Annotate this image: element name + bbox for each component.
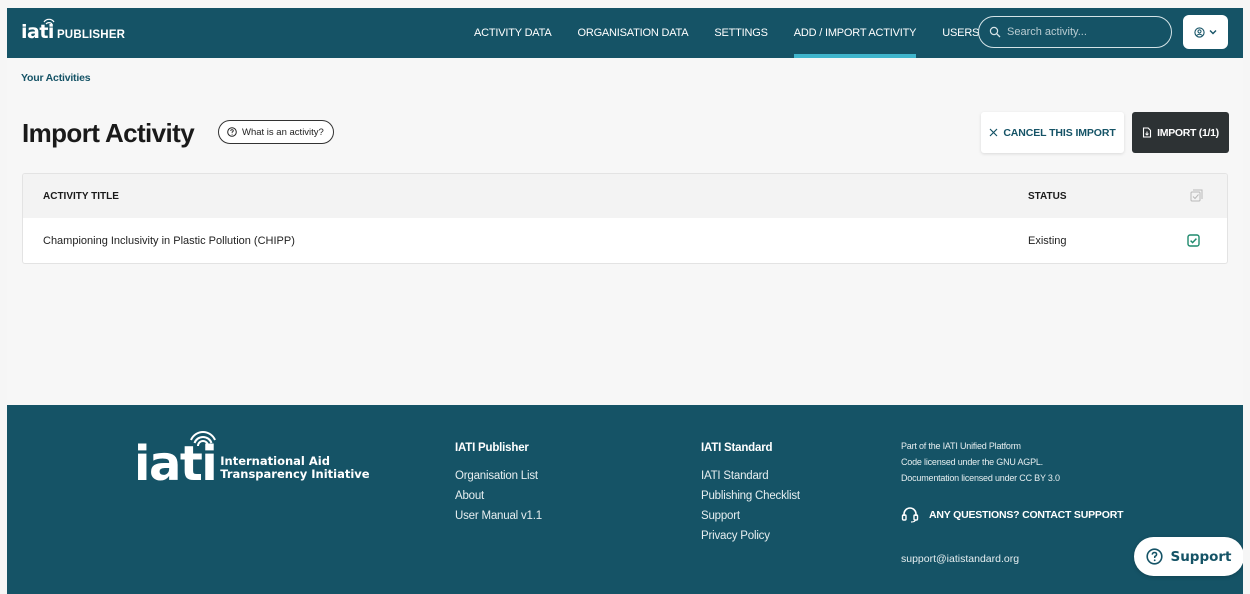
footer-link-publishing-checklist[interactable]: Publishing Checklist (701, 486, 800, 506)
headset-icon (901, 507, 919, 523)
top-navbar: iati PUBLISHER ACTIVITY DATA ORGANISATIO… (7, 8, 1243, 58)
footer-standard-heading: IATI Standard (701, 442, 773, 454)
main-nav: ACTIVITY DATA ORGANISATION DATA SETTINGS… (474, 8, 1005, 58)
help-circle-icon (227, 127, 237, 137)
logo-label: PUBLISHER (56, 29, 126, 41)
footer-logo-line2: Transparency Initiative (220, 467, 370, 481)
footer-info-platform: Part of the IATI Unified Platform (901, 441, 1021, 451)
row-checkbox-checked-icon[interactable] (1187, 234, 1200, 247)
support-fab-label: Support (1170, 548, 1232, 565)
nav-activity-data[interactable]: ACTIVITY DATA (474, 8, 552, 58)
footer-column-publisher: IATI Publisher Organisation List About U… (455, 442, 542, 526)
support-floating-button[interactable]: Support (1134, 537, 1243, 576)
footer-link-organisation-list[interactable]: Organisation List (455, 466, 542, 486)
user-menu-button[interactable] (1183, 15, 1228, 49)
user-circle-icon (1194, 26, 1205, 38)
search-icon (989, 26, 1001, 38)
footer-logo-text: International Aid Transparency Initiativ… (220, 455, 369, 481)
status-cell: Existing (1028, 235, 1067, 247)
logo-word: iati (21, 21, 54, 43)
import-activities-table: ACTIVITY TITLE STATUS Championing Inclus… (22, 173, 1228, 264)
footer: iati International Aid Transparency Init… (7, 405, 1243, 594)
footer-info-doc-license: Documentation licensed under CC BY 3.0 (901, 473, 1060, 483)
column-status: STATUS (1028, 190, 1067, 202)
chevron-down-icon (1209, 30, 1217, 35)
close-icon (989, 128, 998, 137)
breadcrumb-your-activities[interactable]: Your Activities (21, 72, 91, 84)
cancel-import-label: CANCEL THIS IMPORT (1003, 126, 1116, 139)
footer-link-iati-standard[interactable]: IATI Standard (701, 466, 800, 486)
activity-title-cell: Championing Inclusivity in Plastic Pollu… (43, 235, 295, 247)
footer-link-user-manual[interactable]: User Manual v1.1 (455, 506, 542, 526)
search-input[interactable] (1007, 26, 1167, 38)
footer-iati-logo: iati International Aid Transparency Init… (134, 431, 370, 488)
footer-link-support[interactable]: Support (701, 506, 800, 526)
table-row: Championing Inclusivity in Plastic Pollu… (23, 218, 1227, 263)
app-frame: iati PUBLISHER ACTIVITY DATA ORGANISATIO… (7, 8, 1243, 594)
table-header: ACTIVITY TITLE STATUS (23, 174, 1227, 218)
file-import-icon (1143, 127, 1152, 138)
search-box (978, 16, 1172, 48)
footer-publisher-heading: IATI Publisher (455, 442, 529, 454)
what-is-activity-label: What is an activity? (242, 126, 324, 138)
footer-link-privacy-policy[interactable]: Privacy Policy (701, 526, 800, 546)
footer-signal-waves-icon (190, 431, 216, 447)
help-circle-icon (1146, 548, 1164, 565)
what-is-activity-button[interactable]: What is an activity? (218, 120, 334, 144)
nav-organisation-data[interactable]: ORGANISATION DATA (577, 8, 688, 58)
footer-contact-support: ANY QUESTIONS? CONTACT SUPPORT (901, 506, 1123, 523)
import-button[interactable]: IMPORT (1/1) (1132, 112, 1229, 153)
publisher-logo[interactable]: iati PUBLISHER (21, 18, 126, 43)
footer-column-standard: IATI Standard IATI Standard Publishing C… (701, 442, 800, 546)
support-email-link[interactable]: support@iatistandard.org (901, 553, 1019, 565)
nav-add-import-activity[interactable]: ADD / IMPORT ACTIVITY (793, 8, 916, 58)
signal-waves-icon (43, 18, 55, 25)
contact-support-label: ANY QUESTIONS? CONTACT SUPPORT (929, 508, 1124, 521)
import-label: IMPORT (1/1) (1157, 126, 1219, 139)
footer-link-about[interactable]: About (455, 486, 542, 506)
footer-info-code-license: Code licensed under the GNU AGPL. (901, 457, 1043, 467)
select-all-checkbox-icon[interactable] (1190, 189, 1203, 202)
column-activity-title: ACTIVITY TITLE (43, 190, 119, 202)
nav-settings[interactable]: SETTINGS (714, 8, 768, 58)
footer-license-info: Part of the IATI Unified Platform Code l… (901, 438, 1060, 486)
cancel-import-button[interactable]: CANCEL THIS IMPORT (981, 112, 1124, 153)
nav-users[interactable]: USERS (942, 8, 979, 58)
page-title: Import Activity (22, 118, 195, 148)
